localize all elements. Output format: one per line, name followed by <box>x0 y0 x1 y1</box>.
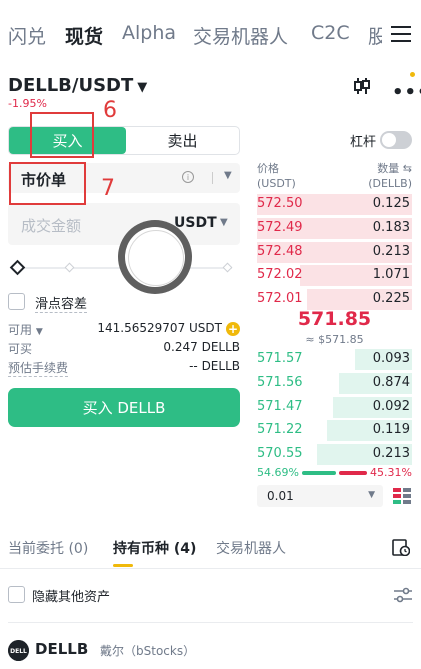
top-nav: 闪兑 现货 Alpha 交易机器人 C2C 股 <box>0 0 421 72</box>
margin-label: 杠杆 <box>350 135 377 150</box>
fee-value: -- DELLB <box>189 359 240 373</box>
tab-alpha[interactable]: Alpha <box>122 22 176 44</box>
pair-name: DELLB/USDT <box>8 75 134 96</box>
sell-tab[interactable]: 卖出 <box>126 127 239 154</box>
bid-qty: 0.874 <box>372 374 410 390</box>
tab-convert[interactable]: 闪兑 <box>8 22 46 49</box>
bid-qty: 0.213 <box>372 446 410 462</box>
caret-down-icon: ▼ <box>35 327 43 337</box>
swap-icon[interactable]: ⇆ <box>403 162 412 175</box>
notification-dot <box>410 72 415 77</box>
tab-stocks[interactable]: 股 <box>368 22 382 49</box>
qty-header: 数量 <box>377 162 400 175</box>
ask-row[interactable]: 572.02 1.071 <box>257 264 412 287</box>
sell-ratio: 45.31% <box>370 466 412 479</box>
buy-sell-ratio: 54.69% 45.31% <box>257 466 412 480</box>
hide-other-assets-label: 隐藏其他资产 <box>32 590 111 605</box>
hide-other-assets-checkbox[interactable] <box>8 586 25 603</box>
tab-c2c[interactable]: C2C <box>311 22 350 44</box>
available-label: 可用 ▼ <box>8 323 43 337</box>
bid-price: 571.57 <box>257 351 303 366</box>
ask-price: 572.02 <box>257 267 303 283</box>
annotation-box-7 <box>9 162 86 205</box>
slider-thumb[interactable] <box>9 259 26 276</box>
amount-placeholder: 成交金额 <box>21 217 82 235</box>
bid-price: 571.56 <box>257 374 303 390</box>
history-icon[interactable] <box>392 538 410 556</box>
candlestick-chart-icon[interactable] <box>352 76 372 96</box>
ask-price: 572.50 <box>257 196 303 211</box>
ask-price: 572.49 <box>257 219 303 235</box>
asset-symbol: DELLB <box>35 640 89 658</box>
tab-open-orders[interactable]: 当前委托 (0) <box>8 538 88 558</box>
buy-ratio: 54.69% <box>257 466 299 479</box>
mid-price: 571.85 <box>297 308 372 330</box>
caret-down-icon: ▼ <box>368 490 375 500</box>
order-book-layout-icon[interactable] <box>393 487 411 505</box>
qty-unit: (DELLB) <box>368 177 412 190</box>
can-buy-label: 可买 <box>8 342 33 356</box>
annotation-box-6 <box>30 112 94 158</box>
slider-tick[interactable] <box>64 262 75 273</box>
bid-qty: 0.093 <box>372 351 410 366</box>
loading-spinner <box>118 220 192 294</box>
bid-row[interactable]: 570.55 0.213 <box>257 443 412 466</box>
slippage-checkbox[interactable] <box>8 293 25 310</box>
buy-button[interactable]: 买入 DELLB <box>8 388 240 427</box>
caret-down-icon: ▼ <box>220 217 228 228</box>
ask-qty: 1.071 <box>372 267 410 283</box>
annotation-number-7: 7 <box>101 176 115 201</box>
bid-price: 571.22 <box>257 422 303 438</box>
can-buy-value: 0.247 DELLB <box>163 340 240 354</box>
bottom-tabs: 当前委托 (0) 持有币种 (4) 交易机器人 <box>0 530 421 568</box>
bid-qty: 0.092 <box>372 398 410 414</box>
ask-qty: 0.213 <box>372 243 410 259</box>
bid-qty: 0.119 <box>372 422 410 438</box>
caret-down-icon: ▼ <box>224 170 232 181</box>
ask-qty: 0.183 <box>372 219 410 235</box>
bid-price: 571.47 <box>257 398 303 414</box>
ask-price: 572.48 <box>257 243 303 259</box>
bid-row[interactable]: 571.22 0.119 <box>257 419 412 442</box>
ask-row[interactable]: 572.50 0.125 <box>257 193 412 216</box>
tab-trading-bot[interactable]: 交易机器人 <box>193 22 288 49</box>
pair-selector[interactable]: DELLB/USDT ▼ <box>8 75 147 96</box>
amount-unit-select[interactable]: USDT <box>174 215 217 231</box>
precision-value: 0.01 <box>267 489 294 503</box>
svg-text:DELL: DELL <box>10 648 27 655</box>
more-dots-icon[interactable]: ••• <box>392 82 421 103</box>
tab-holdings[interactable]: 持有币种 (4) <box>113 538 196 558</box>
price-change: -1.95% <box>8 97 47 110</box>
hide-other-assets-row: 隐藏其他资产 <box>8 585 413 605</box>
balance-info: 可用 ▼ 141.56529707 USDT + 可买 0.247 DELLB 预… <box>8 321 240 378</box>
bid-price: 570.55 <box>257 446 303 462</box>
bid-row[interactable]: 571.57 0.093 <box>257 348 412 371</box>
ask-row[interactable]: 572.49 0.183 <box>257 217 412 240</box>
info-icon[interactable]: i <box>182 171 194 183</box>
price-header: 价格 <box>257 162 279 175</box>
annotation-number-6: 6 <box>103 98 117 123</box>
fee-label: 预估手续费 <box>8 361 69 377</box>
slippage-label: 滑点容差 <box>35 293 88 313</box>
ask-qty: 0.125 <box>372 196 410 211</box>
price-unit: (USDT) <box>257 177 296 190</box>
filter-sliders-icon[interactable] <box>393 585 413 605</box>
margin-toggle[interactable] <box>380 131 412 149</box>
caret-down-icon: ▼ <box>137 80 148 95</box>
tab-bots[interactable]: 交易机器人 <box>216 538 286 558</box>
available-value: 141.56529707 USDT <box>97 321 222 335</box>
ask-row[interactable]: 572.48 0.213 <box>257 241 412 264</box>
bid-row[interactable]: 571.47 0.092 <box>257 396 412 419</box>
ask-price: 572.01 <box>257 291 303 307</box>
tab-spot[interactable]: 现货 <box>65 22 103 49</box>
mid-price-usd: ≈ $571.85 <box>305 333 364 346</box>
asset-name: 戴尔（bStocks） <box>100 644 196 658</box>
ask-qty: 0.225 <box>372 291 410 307</box>
add-funds-icon[interactable]: + <box>226 322 240 336</box>
slider-tick[interactable] <box>222 262 233 273</box>
precision-select[interactable]: 0.01 ▼ <box>257 485 383 507</box>
dell-logo: DELL <box>8 640 29 661</box>
bid-row[interactable]: 571.56 0.874 <box>257 372 412 395</box>
hamburger-menu-icon[interactable] <box>391 26 411 42</box>
